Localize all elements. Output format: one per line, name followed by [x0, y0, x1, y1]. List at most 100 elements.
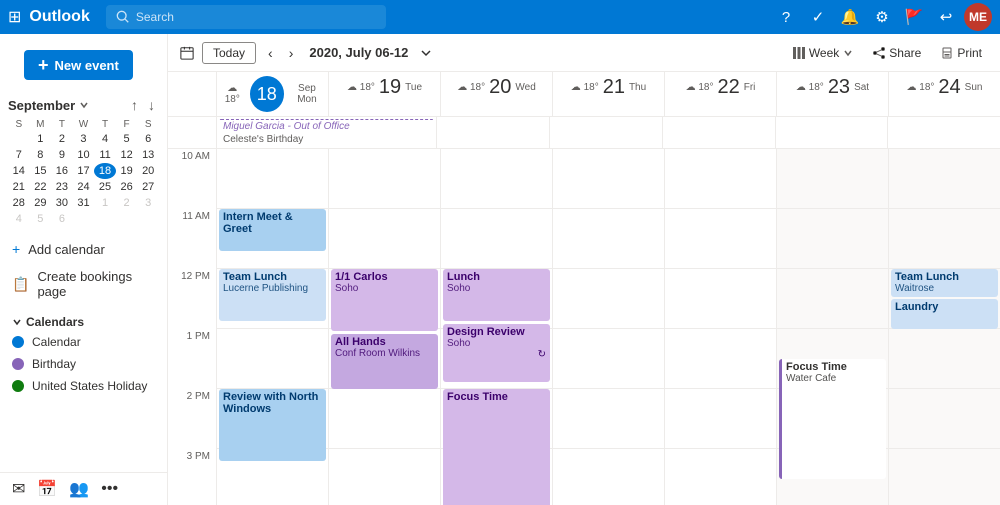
day-header-sat: ☁ 18° 23 Sat — [776, 72, 888, 116]
mini-cal-day[interactable] — [8, 131, 30, 147]
mini-cal-day[interactable]: 1 — [30, 131, 52, 147]
event-lunch-wed-title: Lunch — [447, 271, 546, 283]
mini-cal-day[interactable]: 14 — [8, 163, 30, 179]
mini-cal-day[interactable]: 2 — [116, 195, 138, 211]
share-button[interactable]: Share — [867, 43, 927, 63]
mini-cal-day[interactable]: 11 — [94, 147, 116, 163]
day-header-s: S — [8, 118, 30, 131]
mini-cal-day[interactable]: 25 — [94, 179, 116, 195]
mini-cal-day[interactable]: 27 — [137, 179, 159, 195]
mini-cal-next[interactable]: ↓ — [144, 96, 159, 114]
weather-sat: ☁ 18° — [796, 82, 824, 93]
people-icon[interactable]: 👥 — [69, 479, 89, 499]
mini-cal-day[interactable]: 4 — [8, 211, 30, 227]
mini-cal-day[interactable]: 10 — [73, 147, 95, 163]
mini-cal-day[interactable]: 31 — [73, 195, 95, 211]
mail-icon[interactable]: ✉ — [12, 479, 25, 499]
event-carlos[interactable]: 1/1 Carlos Soho — [331, 269, 438, 331]
event-team-lunch-sun[interactable]: Team Lunch Waitrose — [891, 269, 998, 297]
settings-icon[interactable]: ⚙ — [868, 3, 896, 31]
mini-cal-day[interactable]: 29 — [30, 195, 52, 211]
feedback-icon[interactable]: ↩ — [932, 3, 960, 31]
mini-cal-day[interactable]: 13 — [137, 147, 159, 163]
week-button[interactable]: Week — [787, 43, 859, 63]
event-allhands[interactable]: All Hands Conf Room Wilkins — [331, 334, 438, 389]
event-focus-sat[interactable]: Focus Time Water Cafe — [779, 359, 886, 479]
chevron-down-icon[interactable] — [79, 100, 89, 110]
print-button[interactable]: Print — [935, 43, 988, 63]
mini-cal-day[interactable]: 21 — [8, 179, 30, 195]
calendar-icon[interactable]: 📅 — [37, 479, 57, 499]
calendar-item-holiday[interactable]: United States Holiday — [0, 375, 167, 397]
mini-cal-day[interactable] — [73, 211, 95, 227]
create-bookings-item[interactable]: 📋 Create bookings page — [0, 263, 167, 305]
check-icon[interactable]: ✓ — [804, 3, 832, 31]
mini-cal-day[interactable]: 3 — [137, 195, 159, 211]
chevron-down-icon[interactable] — [420, 47, 432, 59]
help-icon[interactable]: ? — [772, 3, 800, 31]
mini-cal-day[interactable]: 30 — [51, 195, 73, 211]
date-range[interactable]: 2020, July 06-12 — [309, 45, 408, 60]
mini-cal-day[interactable]: 28 — [8, 195, 30, 211]
mini-cal-day[interactable]: 4 — [94, 131, 116, 147]
day-col-thu — [552, 149, 664, 505]
mini-cal-day[interactable] — [116, 211, 138, 227]
mini-cal-day[interactable]: 16 — [51, 163, 73, 179]
event-design-review-sub: Soho — [447, 338, 546, 349]
event-lunch-wed[interactable]: Lunch Soho — [443, 269, 550, 321]
mini-cal-day[interactable]: 3 — [73, 131, 95, 147]
calendar-item-calendar[interactable]: Calendar — [0, 331, 167, 353]
mini-cal-day[interactable] — [94, 211, 116, 227]
mini-cal-day[interactable]: 17 — [73, 163, 95, 179]
today-button[interactable]: Today — [202, 42, 256, 64]
share-label: Share — [889, 46, 921, 60]
mini-cal-prev[interactable]: ↑ — [127, 96, 142, 114]
mini-cal-day[interactable]: 9 — [51, 147, 73, 163]
mini-cal-day[interactable]: 12 — [116, 147, 138, 163]
mini-cal-day[interactable]: 19 — [116, 163, 138, 179]
weather-tue: ☁ 18° — [347, 82, 375, 93]
event-team-lunch-mon[interactable]: Team Lunch Lucerne Publishing — [219, 269, 326, 321]
mini-cal-day[interactable]: 5 — [30, 211, 52, 227]
prev-button[interactable]: ‹ — [264, 42, 277, 64]
event-focus-wed[interactable]: Focus Time — [443, 389, 550, 505]
calendars-header[interactable]: Calendars — [0, 309, 167, 331]
mini-cal-day[interactable]: 26 — [116, 179, 138, 195]
new-event-button[interactable]: + New event — [24, 50, 133, 80]
event-design-review[interactable]: Design Review Soho ↻ — [443, 324, 550, 382]
time-label-2pm: 2 PM — [168, 389, 216, 449]
mini-cal-day[interactable]: 20 — [137, 163, 159, 179]
mini-cal-day[interactable]: 8 — [30, 147, 52, 163]
add-calendar-item[interactable]: + Add calendar — [0, 235, 167, 263]
avatar[interactable]: ME — [964, 3, 992, 31]
day-col-mon: Intern Meet & Greet Team Lunch Lucerne P… — [216, 149, 328, 505]
birthday-event[interactable]: Celeste's Birthday — [219, 133, 434, 146]
event-review-north[interactable]: Review with North Windows — [219, 389, 326, 461]
mini-cal-day[interactable]: 7 — [8, 147, 30, 163]
oof-event[interactable]: Miguel Garcia - Out of Office — [219, 119, 434, 133]
bell-icon[interactable]: 🔔 — [836, 3, 864, 31]
mini-cal-day[interactable]: 24 — [73, 179, 95, 195]
event-intern[interactable]: Intern Meet & Greet — [219, 209, 326, 251]
mini-cal-day[interactable] — [137, 211, 159, 227]
time-label-1pm: 1 PM — [168, 329, 216, 389]
calendar-item-birthday[interactable]: Birthday — [0, 353, 167, 375]
mini-cal-day[interactable]: 6 — [137, 131, 159, 147]
mini-cal-day[interactable]: 22 — [30, 179, 52, 195]
day-col-sat: Focus Time Water Cafe — [776, 149, 888, 505]
mini-cal-day[interactable]: 2 — [51, 131, 73, 147]
mini-cal-day[interactable]: 18 — [94, 163, 116, 179]
mini-cal-day[interactable]: 1 — [94, 195, 116, 211]
more-icon[interactable]: ••• — [101, 480, 118, 498]
search-input[interactable] — [136, 10, 376, 24]
search-box[interactable] — [106, 5, 386, 29]
mini-cal-day[interactable]: 5 — [116, 131, 138, 147]
flag-icon[interactable]: 🚩 — [900, 3, 928, 31]
next-button[interactable]: › — [285, 42, 298, 64]
event-laundry[interactable]: Laundry — [891, 299, 998, 329]
mini-cal-day[interactable]: 15 — [30, 163, 52, 179]
waffle-icon[interactable]: ⊞ — [8, 7, 21, 27]
mini-cal-day[interactable]: 6 — [51, 211, 73, 227]
mini-cal-day[interactable]: 23 — [51, 179, 73, 195]
time-label-3pm: 3 PM — [168, 449, 216, 505]
